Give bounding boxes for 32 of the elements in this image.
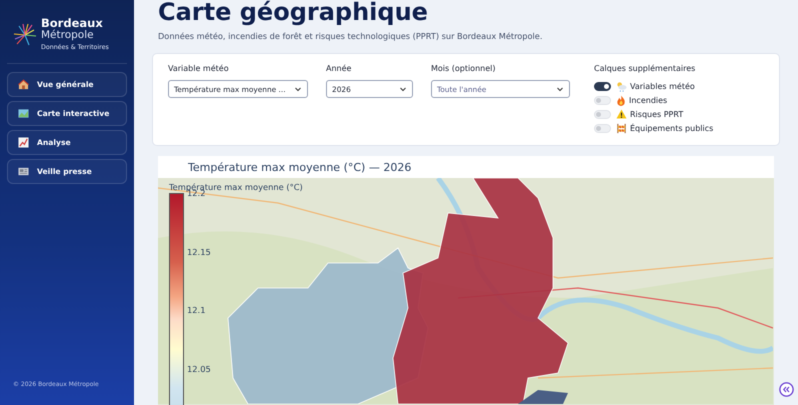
caret-icon [399, 86, 407, 92]
newspaper-icon [18, 166, 29, 177]
toggle-switch[interactable] [594, 82, 611, 92]
field-label: Année [326, 64, 352, 73]
toggle-label: Risques PPRT [630, 110, 684, 119]
warning-icon [616, 109, 627, 120]
page-subtitle: Données météo, incendies de forêt et risques technologiques (PPRT) sur Bordeaux Métropole. [158, 31, 544, 41]
page-title: Carte géographique [158, 0, 429, 25]
field-label: Mois (optionnel) [431, 64, 496, 73]
burst-logo-icon [13, 22, 37, 46]
caret-icon [294, 86, 302, 92]
caret-icon [556, 86, 564, 92]
barrier-icon [616, 122, 627, 134]
map-icon [18, 108, 29, 119]
toggle-label: Équipements publics [630, 124, 714, 133]
flame-icon [616, 95, 626, 106]
toggle-label: Incendies [629, 96, 668, 106]
house-icon [18, 79, 29, 90]
colorbar-tick-label: 12.05 [187, 364, 211, 374]
colorbar-tick-label: 12.1 [187, 305, 206, 315]
brand-name: Bordeaux [41, 17, 104, 30]
toggle-label: Variables météo [630, 82, 695, 92]
colorbar-title: Température max moyenne (°C) [169, 182, 303, 192]
map-title: Température max moyenne (°C) — 2026 [187, 160, 412, 176]
collapse-chevrons-icon[interactable] [779, 382, 794, 397]
brand-subtitle: Métropole [41, 30, 95, 42]
colorbar-tick-label: 12.15 [187, 246, 211, 256]
map-drawing[interactable] [158, 178, 773, 404]
field-label: Variable météo [168, 64, 230, 73]
layers-heading: Calques supplémentaires [594, 64, 696, 73]
chart-icon [18, 137, 29, 148]
weather-icon [616, 81, 627, 92]
